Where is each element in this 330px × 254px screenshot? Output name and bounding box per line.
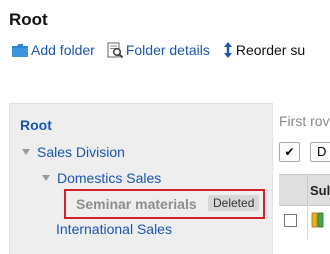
deleted-badge: Deleted	[208, 195, 260, 211]
tree-node-root-label: Root	[20, 117, 52, 133]
add-folder-link[interactable]: Add folder	[11, 42, 95, 58]
first-row-text: First rov	[279, 113, 330, 129]
tree-node-label: Domestics Sales	[57, 170, 162, 186]
folder-icon	[11, 43, 29, 58]
reorder-link[interactable]: Reorder su	[222, 41, 305, 59]
table-header: Sul	[279, 174, 330, 206]
folder-tree-panel: Root Sales Division Domestics Sales Semi…	[9, 103, 273, 254]
expand-triangle-icon[interactable]	[22, 149, 30, 155]
select-all-checkbox-button[interactable]: ✔	[279, 142, 300, 162]
tree-node-label: International Sales	[56, 221, 172, 237]
binder-icon	[311, 212, 325, 233]
tree-node-seminar-materials-highlight[interactable]: Seminar materials Deleted	[64, 189, 265, 219]
document-magnifier-icon	[107, 42, 124, 59]
tree-node-label: Sales Division	[37, 144, 125, 160]
checkmark-icon: ✔	[284, 145, 295, 159]
tree-node-sales-division[interactable]: Sales Division	[22, 144, 125, 160]
action-button[interactable]: D	[310, 142, 330, 162]
tree-node-root[interactable]: Root	[20, 117, 52, 133]
add-folder-label: Add folder	[31, 42, 95, 58]
row-checkbox[interactable]	[284, 214, 297, 227]
action-button-label: D	[317, 144, 327, 159]
tree-node-seminar-materials-label: Seminar materials	[76, 196, 197, 212]
tree-node-international-sales[interactable]: International Sales	[56, 221, 172, 237]
expand-triangle-icon[interactable]	[42, 175, 50, 181]
column-divider	[307, 205, 308, 240]
toolbar: Add folder Folder details Reorder su	[11, 40, 305, 60]
column-divider	[307, 175, 308, 205]
column-header-subject[interactable]: Sul	[310, 183, 330, 198]
reorder-label: Reorder su	[235, 42, 306, 58]
page-title: Root	[9, 10, 48, 29]
folder-details-link[interactable]: Folder details	[107, 42, 210, 59]
folder-details-label: Folder details	[125, 42, 210, 58]
tree-node-domestic-sales[interactable]: Domestics Sales	[42, 170, 161, 186]
reorder-arrows-icon	[222, 41, 234, 59]
